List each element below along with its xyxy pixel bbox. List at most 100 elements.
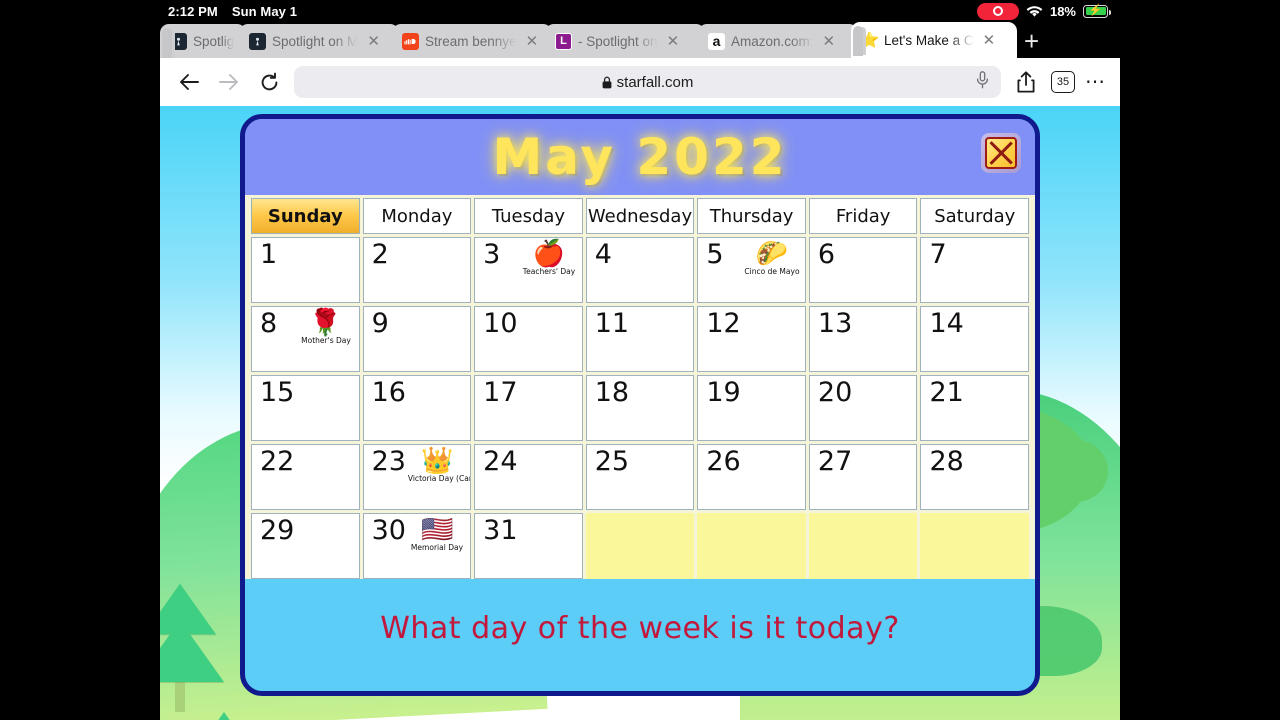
- rose-icon: 🌹: [309, 307, 342, 337]
- close-icon: [985, 137, 1017, 169]
- day-number: 22: [260, 446, 295, 477]
- calendar-day-cell[interactable]: 2: [362, 237, 472, 303]
- calendar-day-cell[interactable]: 20: [808, 375, 918, 441]
- calendar-day-cell[interactable]: 8 🌹 Mother's Day: [251, 306, 360, 372]
- browser-tab-strip[interactable]: Spotlig Spotlight on M ✕ Stream bennye ✕…: [160, 22, 1120, 58]
- calendar-day-cell[interactable]: 15: [251, 375, 360, 441]
- day-number: 10: [483, 308, 518, 339]
- calendar-day-cell[interactable]: 3 🍎 Teachers' Day: [474, 237, 583, 303]
- tab-close-icon[interactable]: ✕: [980, 31, 999, 50]
- holiday-label: Memorial Day: [411, 543, 464, 552]
- calendar-day-cell[interactable]: 31: [474, 513, 583, 579]
- more-dots-icon[interactable]: ⋯: [1085, 72, 1106, 92]
- day-number: 12: [706, 308, 741, 339]
- tab-close-icon[interactable]: ✕: [820, 32, 839, 51]
- calendar-day-cell[interactable]: 10: [474, 306, 583, 372]
- calendar-close-button[interactable]: [981, 133, 1021, 173]
- day-number: 30: [371, 515, 406, 546]
- day-number: 7: [929, 239, 947, 270]
- holiday-label: Teachers' Day: [522, 267, 575, 276]
- calendar-day-header-friday[interactable]: Friday: [808, 198, 918, 234]
- tab-close-icon[interactable]: ✕: [523, 32, 542, 51]
- calendar-day-cell[interactable]: 29: [251, 513, 360, 579]
- browser-tab-title: Stream bennye: [425, 33, 517, 49]
- browser-tab[interactable]: a Amazon.com: ✕: [698, 24, 858, 58]
- starfall-star-icon: ⭐: [861, 32, 878, 49]
- forward-arrow-icon[interactable]: [214, 67, 244, 97]
- calendar-day-cell[interactable]: 28: [920, 444, 1030, 510]
- day-number: 31: [483, 515, 518, 546]
- calendar-day-cell[interactable]: 11: [585, 306, 695, 372]
- new-tab-button[interactable]: +: [1024, 28, 1039, 58]
- calendar-day-header-wednesday[interactable]: Wednesday: [585, 198, 695, 234]
- calendar-day-cell[interactable]: 6: [808, 237, 918, 303]
- browser-tab[interactable]: Spotlig: [160, 24, 246, 58]
- ios-status-bar: 2:12 PM Sun May 1 18% ⚡: [0, 0, 1280, 22]
- calendar-day-cell[interactable]: 26: [697, 444, 806, 510]
- browser-tab-active[interactable]: ⭐ Let's Make a C ✕: [851, 22, 1017, 58]
- calendar-day-cell[interactable]: 7: [920, 237, 1030, 303]
- calendar-empty-cell: [920, 513, 1030, 579]
- calendar-day-header-monday[interactable]: Monday: [362, 198, 472, 234]
- calendar-footer: What day of the week is it today?: [245, 582, 1035, 674]
- calendar-day-cell[interactable]: 16: [362, 375, 472, 441]
- browser-tab-title: Spotlig: [193, 33, 235, 49]
- reload-icon[interactable]: [254, 67, 284, 97]
- day-number: 20: [817, 377, 853, 408]
- calendar-day-header-saturday[interactable]: Saturday: [920, 198, 1030, 234]
- calendar-day-cell[interactable]: 12: [697, 306, 806, 372]
- record-indicator-icon[interactable]: [976, 2, 1019, 20]
- calendar-widget: May 2022 Sunday Monday Tuesday Wednesday…: [240, 114, 1040, 696]
- calendar-day-cell[interactable]: 4: [585, 237, 695, 303]
- back-arrow-icon[interactable]: [174, 67, 204, 97]
- sombrero-icon: 🌮: [755, 238, 789, 268]
- calendar-week-row: 15 16 17 18 19 20 21: [251, 375, 1030, 441]
- calendar-day-cell[interactable]: 22: [251, 444, 360, 510]
- url-text: starfall.com: [616, 73, 694, 91]
- calendar-day-cell[interactable]: 17: [474, 375, 583, 441]
- address-bar[interactable]: starfall.com: [294, 66, 1001, 98]
- calendar-day-cell[interactable]: 19: [697, 375, 806, 441]
- browser-tab[interactable]: L - Spotlight on ✕: [545, 24, 705, 58]
- holiday-marker: 🇺🇸 Memorial Day: [406, 515, 468, 552]
- calendar-day-header-thursday[interactable]: Thursday: [697, 198, 806, 234]
- calendar-day-cell[interactable]: 5 🌮 Cinco de Mayo: [697, 237, 806, 303]
- calendar-empty-cell: [808, 513, 918, 579]
- calendar-day-cell[interactable]: 23 👑 Victoria Day (Canada): [362, 444, 472, 510]
- tab-count-button[interactable]: 35: [1051, 71, 1075, 93]
- calendar-day-header-tuesday[interactable]: Tuesday: [474, 198, 583, 234]
- calendar-day-header-sunday[interactable]: Sunday: [251, 198, 360, 234]
- pine-trunk: [175, 678, 185, 712]
- calendar-day-cell[interactable]: 25: [585, 444, 695, 510]
- day-number: 11: [594, 308, 630, 339]
- day-number: 27: [817, 446, 853, 477]
- lock-icon: [602, 76, 612, 88]
- calendar-day-cell[interactable]: 24: [474, 444, 583, 510]
- day-number: 28: [929, 446, 964, 477]
- calendar-day-header-row: Sunday Monday Tuesday Wednesday Thursday…: [251, 198, 1030, 234]
- calendar-day-cell[interactable]: 18: [585, 375, 695, 441]
- calendar-day-cell[interactable]: 9: [362, 306, 472, 372]
- day-number: 4: [594, 239, 612, 270]
- holiday-label: Cinco de Mayo: [744, 267, 800, 276]
- tab-close-icon[interactable]: ✕: [664, 32, 683, 51]
- calendar-day-cell[interactable]: 27: [808, 444, 918, 510]
- calendar-day-cell[interactable]: 30 🇺🇸 Memorial Day: [362, 513, 472, 579]
- tab-close-icon[interactable]: ✕: [364, 32, 383, 51]
- calendar-day-cell[interactable]: 21: [920, 375, 1030, 441]
- microphone-icon[interactable]: [976, 70, 989, 94]
- day-number: 15: [260, 377, 295, 408]
- day-number: 17: [483, 377, 518, 408]
- calendar-empty-cell: [585, 513, 695, 579]
- calendar-grid: Sunday Monday Tuesday Wednesday Thursday…: [245, 195, 1035, 579]
- calendar-day-cell[interactable]: 13: [808, 306, 918, 372]
- libsyn-icon: L: [555, 32, 572, 50]
- browser-tab[interactable]: Stream bennye ✕: [392, 24, 552, 58]
- calendar-day-cell[interactable]: 1: [251, 237, 360, 303]
- browser-tab[interactable]: Spotlight on M ✕: [239, 24, 399, 58]
- holiday-label: Mother's Day: [300, 336, 351, 345]
- pine-tier: [180, 712, 268, 720]
- browser-toolbar: starfall.com 35 ⋯: [160, 58, 1120, 106]
- calendar-day-cell[interactable]: 14: [920, 306, 1030, 372]
- share-icon[interactable]: [1011, 67, 1041, 97]
